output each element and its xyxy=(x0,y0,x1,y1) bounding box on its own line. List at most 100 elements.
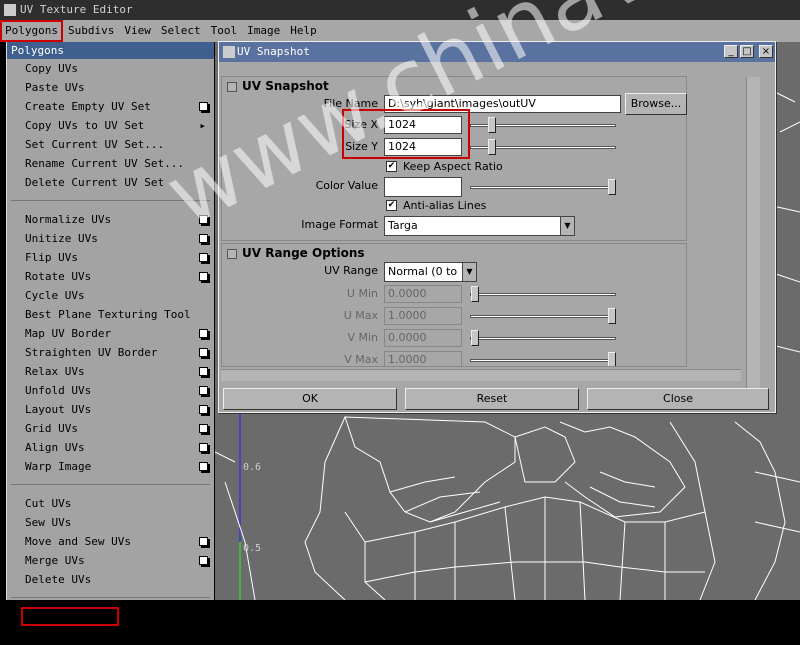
u-min-slider-thumb[interactable] xyxy=(471,286,479,302)
menu-item-create-empty-uv-set[interactable]: Create Empty UV Set xyxy=(7,97,214,116)
menu-separator xyxy=(11,476,210,485)
v-min-slider-thumb[interactable] xyxy=(471,330,479,346)
color-value-slider-thumb[interactable] xyxy=(608,179,616,195)
menu-item-paste-uvs[interactable]: Paste UVs xyxy=(7,78,214,97)
menu-item-cut-uvs[interactable]: Cut UVs xyxy=(7,494,214,513)
ok-button[interactable]: OK xyxy=(223,388,397,410)
browse-button[interactable]: Browse... xyxy=(625,93,687,115)
menu-item-unfold-uvs[interactable]: Unfold UVs xyxy=(7,381,214,400)
menu-item-rename-current-uv-set[interactable]: Rename Current UV Set... xyxy=(7,154,214,173)
option-box-icon[interactable] xyxy=(199,329,208,338)
reset-button[interactable]: Reset xyxy=(405,388,579,410)
menu-item-cycle-uvs[interactable]: Cycle UVs xyxy=(7,286,214,305)
menu-item-copy-uvs-to-uv-set[interactable]: Copy UVs to UV Set ▸ xyxy=(7,116,214,135)
menu-item-uv-snapshot[interactable]: UV Snapshot ... xyxy=(21,607,119,642)
v-max-slider[interactable] xyxy=(470,359,616,362)
section-header-uv-snapshot[interactable]: UV Snapshot xyxy=(222,77,686,95)
option-box-icon[interactable] xyxy=(199,367,208,376)
section-header-uv-range[interactable]: UV Range Options xyxy=(222,244,686,262)
option-box-icon[interactable] xyxy=(199,234,208,243)
keep-aspect-checkbox[interactable]: ✔ xyxy=(386,161,397,172)
option-box-icon[interactable] xyxy=(199,537,208,546)
menu-item-warp-image[interactable]: Warp Image xyxy=(7,457,214,476)
menu-item-normalize-uvs[interactable]: Normalize UVs xyxy=(7,210,214,229)
menu-select[interactable]: Select xyxy=(156,20,206,42)
option-box-icon[interactable] xyxy=(199,348,208,357)
menu-item-delete-uvs[interactable]: Delete UVs xyxy=(7,570,214,589)
polygons-menu: Polygons Copy UVs Paste UVs Create Empty UV… xyxy=(6,42,214,642)
menu-item-straighten-uv-border[interactable]: Straighten UV Border xyxy=(7,343,214,362)
menu-item-label: Move and Sew UVs xyxy=(25,535,131,548)
menu-title: Polygons xyxy=(7,42,214,59)
menu-help[interactable]: Help xyxy=(285,20,322,42)
close-icon[interactable]: × xyxy=(759,45,773,58)
minimize-icon[interactable]: _ xyxy=(724,45,738,58)
menu-item-relax-uvs[interactable]: Relax UVs xyxy=(7,362,214,381)
v-max-slider-thumb[interactable] xyxy=(608,352,616,366)
uv-range-dropdown[interactable]: Normal (0 to 1) ▼ xyxy=(384,262,477,282)
option-box-icon[interactable] xyxy=(199,556,208,565)
u-min-label: U Min xyxy=(346,287,378,300)
menu-view[interactable]: View xyxy=(119,20,156,42)
menu-item-align-uvs[interactable]: Align UVs xyxy=(7,438,214,457)
menu-item-label: Warp Image xyxy=(25,460,92,473)
menu-item-rotate-uvs[interactable]: Rotate UVs xyxy=(7,267,214,286)
menu-subdivs[interactable]: Subdivs xyxy=(63,20,119,42)
v-max-label: V Max xyxy=(344,353,378,366)
menu-item-unitize-uvs[interactable]: Unitize UVs xyxy=(7,229,214,248)
dialog-horizontal-scrollbar[interactable] xyxy=(221,369,741,381)
menu-item-best-plane-texturing-tool[interactable]: Best Plane Texturing Tool xyxy=(7,305,214,324)
menu-tool[interactable]: Tool xyxy=(206,20,243,42)
menu-item-flip-uvs[interactable]: Flip UVs xyxy=(7,248,214,267)
size-y-slider-thumb[interactable] xyxy=(488,139,496,155)
option-box-icon[interactable] xyxy=(199,462,208,471)
menu-item-label: Create Empty UV Set xyxy=(25,100,151,113)
option-box-icon[interactable] xyxy=(199,102,208,111)
option-box-icon[interactable] xyxy=(199,253,208,262)
menu-item-set-current-uv-set[interactable]: Set Current UV Set... xyxy=(7,135,214,154)
option-box-icon[interactable] xyxy=(199,272,208,281)
size-x-field[interactable]: 1024 xyxy=(384,116,462,134)
dialog-title: UV Snapshot xyxy=(219,42,775,62)
maximize-icon[interactable]: □ xyxy=(740,45,754,58)
u-min-field[interactable]: 0.0000 xyxy=(384,285,462,303)
image-format-dropdown[interactable]: Targa ▼ xyxy=(384,216,575,236)
menu-item-map-uv-border[interactable]: Map UV Border xyxy=(7,324,214,343)
size-x-slider-thumb[interactable] xyxy=(488,117,496,133)
u-min-slider[interactable] xyxy=(470,293,616,296)
option-box-icon[interactable] xyxy=(199,386,208,395)
size-y-field[interactable]: 1024 xyxy=(384,138,462,156)
option-box-icon[interactable] xyxy=(199,215,208,224)
size-y-label: Size Y xyxy=(345,140,378,153)
option-box-icon[interactable] xyxy=(199,405,208,414)
menu-item-sew-uvs[interactable]: Sew UVs xyxy=(7,513,214,532)
menu-item-label: Delete Current UV Set xyxy=(25,176,165,189)
v-max-field[interactable]: 1.0000 xyxy=(384,351,462,366)
menu-item-move-and-sew-uvs[interactable]: Move and Sew UVs xyxy=(7,532,214,551)
axis-label-06: 0.6 xyxy=(243,462,261,473)
menu-item-label: Flip UVs xyxy=(25,251,78,264)
menu-item-grid-uvs[interactable]: Grid UVs xyxy=(7,419,214,438)
u-max-slider-thumb[interactable] xyxy=(608,308,616,324)
menu-item-label: Copy UVs xyxy=(25,62,78,75)
u-max-field[interactable]: 1.0000 xyxy=(384,307,462,325)
color-swatch[interactable] xyxy=(384,177,462,197)
option-box-icon[interactable] xyxy=(199,424,208,433)
menu-item-copy-uvs[interactable]: Copy UVs xyxy=(7,59,214,78)
menu-item-label: Sew UVs xyxy=(25,516,72,529)
uv-range-section: UV Range Options UV Range Normal (0 to 1… xyxy=(221,243,687,367)
v-min-slider[interactable] xyxy=(470,337,616,340)
menu-image[interactable]: Image xyxy=(242,20,285,42)
u-max-slider[interactable] xyxy=(470,315,616,318)
menu-item-layout-uvs[interactable]: Layout UVs xyxy=(7,400,214,419)
dialog-vertical-scrollbar[interactable] xyxy=(746,77,760,407)
menu-polygons[interactable]: Polygons xyxy=(0,20,63,42)
option-box-icon[interactable] xyxy=(199,443,208,452)
antialias-checkbox[interactable]: ✔ xyxy=(386,200,397,211)
uv-snapshot-section: UV Snapshot File Name D:\syh\giant\image… xyxy=(221,76,687,241)
color-value-slider[interactable] xyxy=(470,186,616,189)
menu-item-delete-current-uv-set[interactable]: Delete Current UV Set xyxy=(7,173,214,192)
menu-item-merge-uvs[interactable]: Merge UVs xyxy=(7,551,214,570)
v-min-field[interactable]: 0.0000 xyxy=(384,329,462,347)
close-button[interactable]: Close xyxy=(587,388,769,410)
